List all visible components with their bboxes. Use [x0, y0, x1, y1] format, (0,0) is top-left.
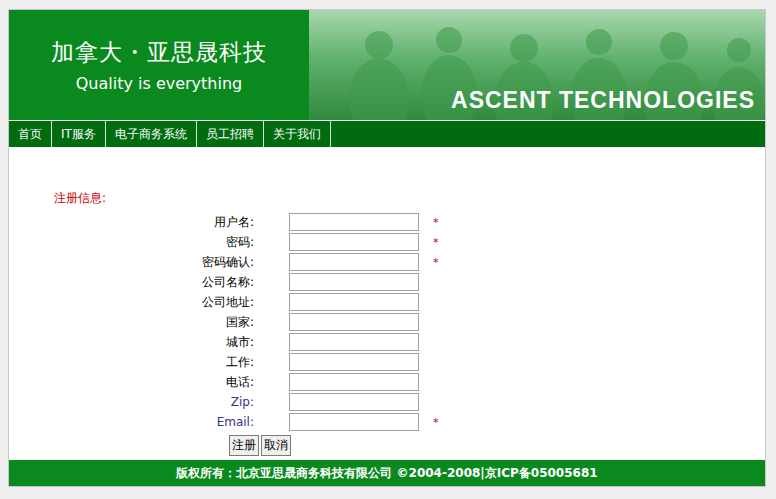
text-field[interactable] [289, 413, 419, 431]
required-asterisk: * [433, 216, 439, 229]
required-mark: * [433, 216, 474, 229]
form-buttons: 注册取消 [229, 435, 765, 456]
content: 注册信息: 用户名: * 密码: * 密码确认: * 公司名称: 公司地址: 国家: 城市: 工作:… [9, 147, 765, 460]
text-field[interactable] [289, 253, 419, 271]
field-label: Zip: [9, 393, 254, 411]
field-label: 密码: [9, 233, 254, 251]
required-mark: * [433, 256, 474, 269]
text-field[interactable] [289, 313, 419, 331]
required-asterisk: * [433, 236, 439, 249]
required-mark: * [433, 236, 474, 249]
required-mark: * [433, 416, 474, 429]
register-form: 用户名: * 密码: * 密码确认: * 公司名称: 公司地址: 国家: 城市: 工作: 电话: Zip… [9, 213, 765, 431]
field-label: 国家: [9, 313, 254, 331]
brand-block: 加拿大・亚思晟科技 Quality is everything [9, 10, 309, 120]
nav-item[interactable]: 员工招聘 [197, 121, 264, 147]
register-button[interactable]: 注册 [229, 435, 259, 456]
field-label: Email: [9, 413, 254, 431]
brand-title: 加拿大・亚思晟科技 [51, 37, 267, 68]
cancel-button[interactable]: 取消 [261, 435, 291, 456]
field-label: 公司名称: [9, 273, 254, 291]
text-field[interactable] [289, 353, 419, 371]
field-label: 密码确认: [9, 253, 254, 271]
nav-item[interactable]: IT服务 [52, 121, 106, 147]
brand-tagline: Quality is everything [76, 74, 242, 93]
page-frame: 加拿大・亚思晟科技 Quality is everything ASCENT T… [8, 9, 766, 487]
nav-item[interactable]: 关于我们 [264, 121, 331, 147]
text-field[interactable] [289, 273, 419, 291]
required-asterisk: * [433, 256, 439, 269]
nav-item[interactable]: 电子商务系统 [106, 121, 197, 147]
text-field[interactable] [289, 213, 419, 231]
field-label: 工作: [9, 353, 254, 371]
required-asterisk: * [433, 416, 439, 429]
text-field[interactable] [289, 233, 419, 251]
banner-image: ASCENT TECHNOLOGIES [309, 10, 765, 120]
header: 加拿大・亚思晟科技 Quality is everything ASCENT T… [9, 10, 765, 120]
text-field[interactable] [289, 373, 419, 391]
text-field[interactable] [289, 293, 419, 311]
field-label: 公司地址: [9, 293, 254, 311]
text-field[interactable] [289, 333, 419, 351]
field-label: 城市: [9, 333, 254, 351]
brand-english: ASCENT TECHNOLOGIES [451, 87, 765, 120]
text-field[interactable] [289, 393, 419, 411]
field-label: 电话: [9, 373, 254, 391]
field-label: 用户名: [9, 213, 254, 231]
footer: 版权所有：北京亚思晟商务科技有限公司 ©2004-2008|京ICP备05005… [9, 460, 765, 486]
nav-bar: 首页IT服务电子商务系统员工招聘关于我们 [9, 120, 765, 147]
nav-item[interactable]: 首页 [9, 121, 52, 147]
form-title: 注册信息: [54, 190, 765, 207]
